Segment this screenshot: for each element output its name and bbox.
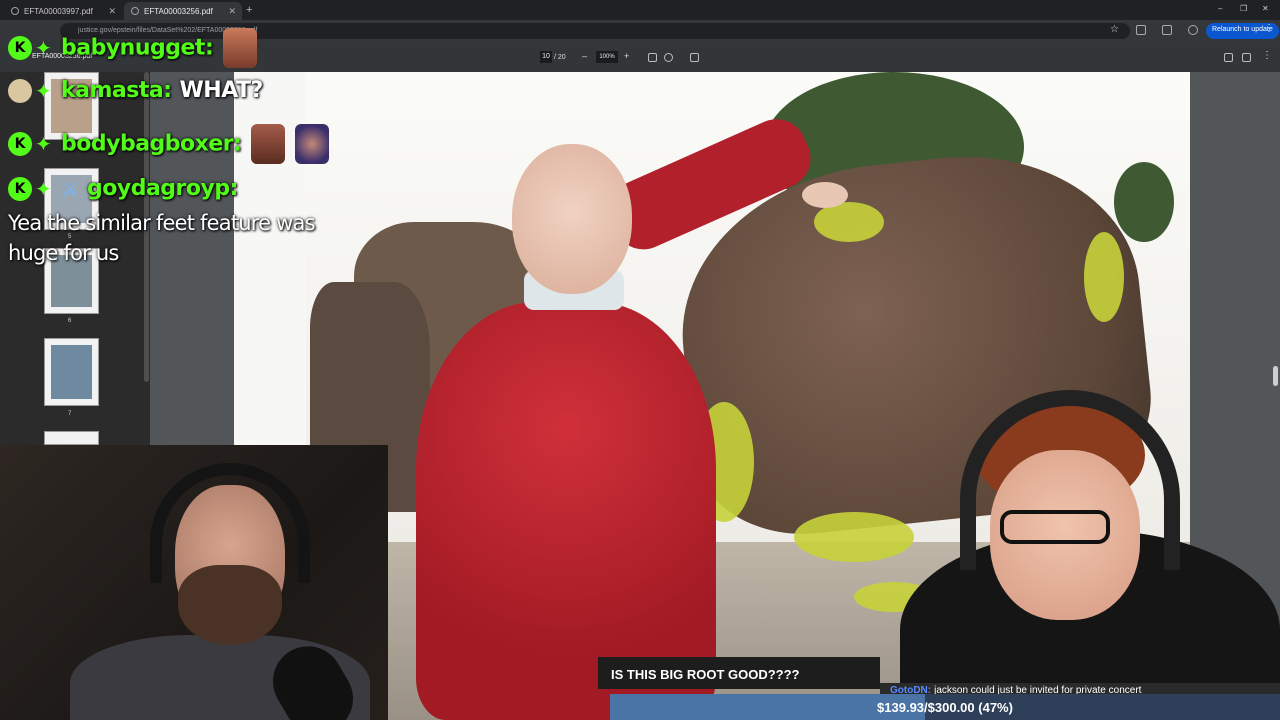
page-number-input[interactable]: 10 bbox=[540, 51, 552, 63]
download-icon[interactable] bbox=[1224, 53, 1233, 62]
guest-webcam bbox=[880, 370, 1280, 690]
emote-image bbox=[251, 124, 286, 164]
fit-page-icon[interactable] bbox=[648, 53, 657, 62]
headphones bbox=[960, 390, 1180, 570]
emote-image bbox=[223, 28, 258, 68]
stream-scene: EFTA00003997.pdf ✕ EFTA00003256.pdf ✕ + … bbox=[0, 0, 1280, 720]
chat-message: K ✦ bodybagboxer: bbox=[8, 124, 330, 164]
chat-message: K ✦ ⚔ goydagroyp: bbox=[8, 176, 238, 201]
annotate-icon[interactable] bbox=[690, 53, 699, 62]
verified-badge-icon: ✦ bbox=[35, 78, 52, 103]
chat-message: K ✦ babynugget: bbox=[8, 28, 258, 68]
tab-title: EFTA00003256.pdf bbox=[144, 7, 213, 16]
lichen bbox=[814, 202, 884, 242]
streamer-webcam bbox=[0, 445, 388, 720]
close-tab-icon[interactable]: ✕ bbox=[108, 6, 116, 17]
rotate-icon[interactable] bbox=[664, 53, 673, 62]
close-tab-icon[interactable]: ✕ bbox=[228, 6, 236, 17]
chat-username: goydagroyp: bbox=[87, 176, 238, 201]
zoom-out-button[interactable]: – bbox=[582, 51, 587, 61]
restore-button[interactable]: ❐ bbox=[1240, 4, 1247, 13]
tree bbox=[1114, 162, 1174, 242]
page-total: / 20 bbox=[554, 54, 566, 61]
verified-badge-icon: ✦ bbox=[35, 176, 52, 201]
zoom-input[interactable]: 100% bbox=[596, 51, 618, 63]
browser-tab-active[interactable]: EFTA00003256.pdf ✕ bbox=[124, 2, 242, 20]
verified-badge-icon: ✦ bbox=[35, 36, 52, 60]
head bbox=[512, 144, 632, 294]
new-tab-button[interactable]: + bbox=[246, 4, 252, 16]
extensions-icon[interactable] bbox=[1136, 25, 1146, 35]
donation-goal-bar: $139.93/$300.00 (47%) bbox=[610, 694, 1280, 720]
tab-title: EFTA00003997.pdf bbox=[24, 7, 93, 16]
star-icon[interactable]: ☆ bbox=[1110, 24, 1119, 35]
print-icon[interactable] bbox=[1242, 53, 1251, 62]
browser-tab[interactable]: EFTA00003997.pdf ✕ bbox=[4, 2, 122, 20]
chat-username: kamasta: bbox=[61, 78, 172, 103]
zoom-in-button[interactable]: + bbox=[624, 51, 629, 61]
minimize-button[interactable]: – bbox=[1218, 4, 1222, 13]
hand bbox=[802, 182, 848, 208]
page-thumbnail[interactable] bbox=[44, 338, 99, 406]
side-panel-icon[interactable] bbox=[1162, 25, 1172, 35]
stream-caption: IS THIS BIG ROOT GOOD???? bbox=[598, 657, 880, 689]
pdf-tab-icon bbox=[11, 7, 19, 15]
kick-badge-icon: K bbox=[8, 36, 32, 60]
thumbnail-number: 6 bbox=[68, 318, 72, 324]
kick-badge-icon: K bbox=[8, 132, 32, 156]
chat-message: ✦ kamasta: WHAT? bbox=[8, 78, 263, 103]
lichen bbox=[1084, 232, 1124, 322]
profile-icon[interactable] bbox=[1188, 25, 1198, 35]
emote-image bbox=[295, 124, 330, 164]
chat-username: babynugget: bbox=[61, 35, 214, 61]
kick-badge-icon: K bbox=[8, 176, 32, 201]
avatar-badge-icon bbox=[8, 78, 32, 103]
verified-badge-icon: ✦ bbox=[35, 132, 52, 156]
chat-text: WHAT? bbox=[179, 78, 264, 103]
thumbnail-number: 7 bbox=[68, 411, 72, 417]
chat-text: Yea the similar feet feature was huge fo… bbox=[8, 211, 316, 265]
more-icon[interactable]: ⋮ bbox=[1262, 50, 1272, 61]
more-icon[interactable]: ⋮ bbox=[1264, 23, 1274, 34]
browser-tab-bar: EFTA00003997.pdf ✕ EFTA00003256.pdf ✕ + … bbox=[0, 0, 1280, 20]
page-thumbnail[interactable] bbox=[44, 431, 99, 445]
sword-badge-icon: ⚔ bbox=[61, 176, 79, 201]
pdf-tab-icon bbox=[131, 7, 139, 15]
close-window-button[interactable]: ✕ bbox=[1262, 4, 1269, 13]
chat-username: bodybagboxer: bbox=[61, 131, 242, 157]
headphones bbox=[150, 463, 310, 583]
donation-goal-text: $139.93/$300.00 (47%) bbox=[877, 700, 1013, 715]
